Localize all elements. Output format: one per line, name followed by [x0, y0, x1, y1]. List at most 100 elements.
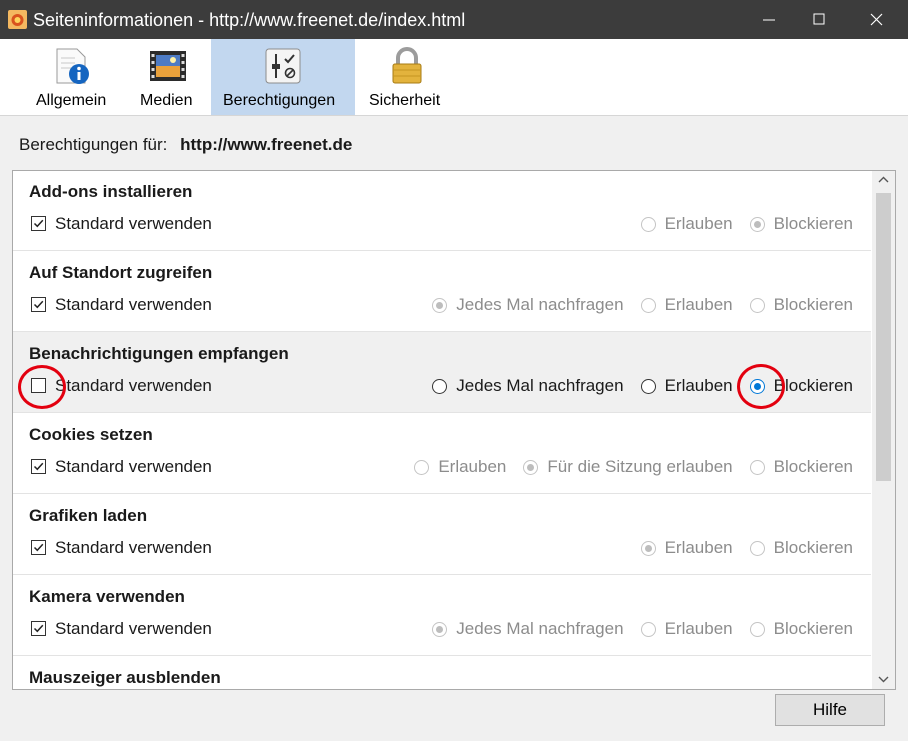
- use-default-checkbox[interactable]: [31, 378, 46, 393]
- radio-button[interactable]: [640, 378, 656, 394]
- radio-option-blockieren[interactable]: Blockieren: [749, 295, 853, 315]
- permission-options: Erlauben Blockieren: [624, 538, 853, 558]
- radio-label: Jedes Mal nachfragen: [456, 295, 624, 314]
- radio-button[interactable]: [749, 297, 765, 313]
- permission-options: Jedes Mal nachfragen Erlauben Blockieren: [415, 295, 853, 315]
- radio-label: Erlauben: [664, 295, 733, 314]
- vertical-scrollbar[interactable]: [872, 171, 895, 689]
- tab-berechtigungen[interactable]: Berechtigungen: [211, 39, 355, 115]
- scroll-up-button[interactable]: [872, 171, 895, 189]
- use-default-checkbox[interactable]: [31, 621, 46, 636]
- radio-option-jedes-mal-nachfragen[interactable]: Jedes Mal nachfragen: [432, 619, 624, 639]
- radio-label: Erlauben: [664, 376, 733, 395]
- radio-label: Blockieren: [773, 538, 853, 557]
- tab-label: Sicherheit: [369, 92, 441, 109]
- radio-button[interactable]: [640, 216, 656, 232]
- chevron-down-icon: [878, 676, 889, 683]
- radio-option-blockieren[interactable]: Blockieren: [749, 214, 853, 234]
- use-default-checkbox[interactable]: [31, 297, 46, 312]
- permission-row: Auf Standort zugreifen Standard verwenden…: [13, 251, 871, 332]
- radio-option-erlauben[interactable]: Erlauben: [640, 619, 733, 639]
- tab-allgemein[interactable]: Allgemein: [28, 39, 124, 115]
- permission-title: Cookies setzen: [29, 425, 153, 444]
- radio-button[interactable]: [432, 378, 448, 394]
- radio-option-jedes-mal-nachfragen[interactable]: Jedes Mal nachfragen: [432, 376, 624, 396]
- radio-label: Erlauben: [438, 457, 507, 476]
- tab-sicherheit[interactable]: Sicherheit: [360, 39, 454, 115]
- radio-button[interactable]: [432, 297, 448, 313]
- radio-option-erlauben[interactable]: Erlauben: [640, 376, 733, 396]
- permission-options: Jedes Mal nachfragen Erlauben Blockieren: [415, 376, 853, 396]
- checkmark-icon: [33, 624, 44, 633]
- radio-button[interactable]: [640, 297, 656, 313]
- radio-option-erlauben[interactable]: Erlauben: [640, 538, 733, 558]
- radio-option-blockieren[interactable]: Blockieren: [749, 457, 853, 477]
- radio-option-erlauben[interactable]: Erlauben: [414, 457, 506, 477]
- radio-button[interactable]: [749, 378, 765, 394]
- permissions-panel: Berechtigungen für: http://www.freenet.d…: [0, 116, 908, 741]
- permission-options: Erlauben Für die Sitzung erlauben Blockier…: [397, 457, 853, 477]
- use-default-checkbox[interactable]: [31, 540, 46, 555]
- permission-row: Kamera verwenden Standard verwenden Jedes …: [13, 575, 871, 656]
- scroll-down-button[interactable]: [872, 671, 895, 689]
- permission-title: Auf Standort zugreifen: [29, 263, 213, 282]
- toolbar: Allgemein Medien Berechtigungen Sicherhe…: [0, 39, 908, 116]
- radio-option-jedes-mal-nachfragen[interactable]: Jedes Mal nachfragen: [432, 295, 624, 315]
- use-default-checkbox[interactable]: [31, 216, 46, 231]
- radio-option-f-r-die-sitzung-erlauben[interactable]: Für die Sitzung erlauben: [523, 457, 733, 477]
- radio-label: Erlauben: [664, 214, 733, 233]
- radio-option-erlauben[interactable]: Erlauben: [640, 295, 733, 315]
- close-button[interactable]: [852, 0, 902, 39]
- radio-button[interactable]: [523, 459, 539, 475]
- radio-option-erlauben[interactable]: Erlauben: [640, 214, 733, 234]
- permission-row: Add-ons installieren Standard verwenden Er…: [13, 171, 871, 251]
- radio-label: Blockieren: [773, 619, 853, 638]
- permission-title: Mauszeiger ausblenden: [29, 668, 221, 687]
- radio-option-blockieren[interactable]: Blockieren: [749, 619, 853, 639]
- media-icon: [148, 46, 188, 86]
- permissions-for: Berechtigungen für: http://www.freenet.d…: [19, 135, 352, 155]
- chevron-up-icon: [878, 176, 889, 183]
- radio-label: Für die Sitzung erlauben: [547, 457, 733, 476]
- tab-medien[interactable]: Medien: [130, 39, 208, 115]
- permission-options: Jedes Mal nachfragen Erlauben Blockieren: [415, 619, 853, 639]
- permissions-icon: [263, 46, 303, 86]
- use-default-checkbox[interactable]: [31, 459, 46, 474]
- permission-options: Erlauben Blockieren: [624, 214, 853, 234]
- radio-button[interactable]: [640, 540, 656, 556]
- maximize-button[interactable]: [795, 0, 845, 39]
- radio-button[interactable]: [749, 621, 765, 637]
- radio-button[interactable]: [749, 540, 765, 556]
- radio-button[interactable]: [640, 621, 656, 637]
- permissions-list[interactable]: Add-ons installieren Standard verwenden Er…: [12, 170, 896, 690]
- use-default-label: Standard verwenden: [55, 214, 212, 233]
- radio-button[interactable]: [749, 216, 765, 232]
- permissions-for-label: Berechtigungen für:: [19, 135, 168, 154]
- radio-button[interactable]: [432, 621, 448, 637]
- use-default-label: Standard verwenden: [55, 376, 212, 395]
- permission-row: Benachrichtigungen empfangen Standard ver…: [13, 332, 871, 413]
- radio-label: Blockieren: [773, 457, 853, 476]
- radio-option-blockieren[interactable]: Blockieren: [749, 376, 853, 396]
- title-bar: Seiteninformationen - http://www.freenet…: [0, 0, 908, 39]
- firefox-icon: [8, 10, 27, 29]
- tab-label: Allgemein: [36, 92, 107, 109]
- permission-title: Grafiken laden: [29, 506, 148, 525]
- checkmark-icon: [33, 219, 44, 228]
- minimize-button[interactable]: [745, 0, 795, 39]
- radio-label: Jedes Mal nachfragen: [456, 376, 624, 395]
- tab-label: Medien: [140, 92, 193, 109]
- minimize-icon: [763, 19, 775, 21]
- radio-option-blockieren[interactable]: Blockieren: [749, 538, 853, 558]
- radio-label: Erlauben: [664, 538, 733, 557]
- use-default-label: Standard verwenden: [55, 457, 212, 476]
- radio-label: Erlauben: [664, 619, 733, 638]
- radio-button[interactable]: [414, 459, 430, 475]
- permission-row: Grafiken laden Standard verwenden Erlauben…: [13, 494, 871, 575]
- radio-button[interactable]: [749, 459, 765, 475]
- scroll-thumb[interactable]: [876, 193, 891, 481]
- permission-row: Mauszeiger ausblenden: [13, 656, 871, 689]
- close-icon: [870, 13, 883, 26]
- use-default-label: Standard verwenden: [55, 295, 212, 314]
- help-button[interactable]: Hilfe: [775, 694, 885, 726]
